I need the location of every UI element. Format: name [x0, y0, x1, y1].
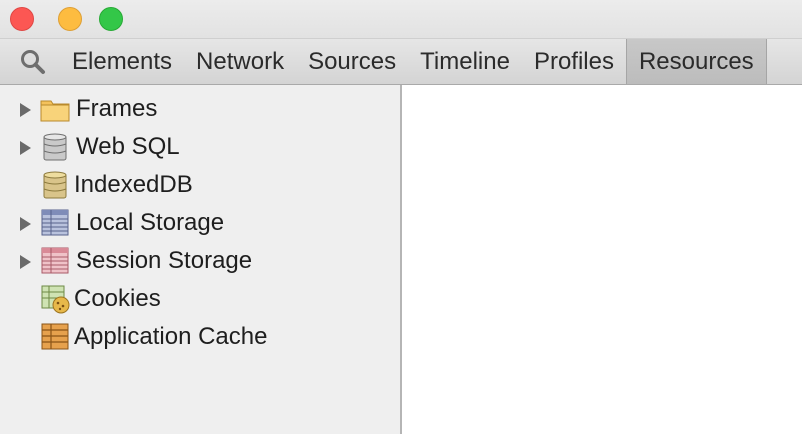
sidebar-item-label: Web SQL [76, 133, 180, 160]
sidebar-item-label: Local Storage [76, 209, 225, 236]
tab-elements[interactable]: Elements [60, 39, 184, 84]
expand-arrow-icon[interactable] [20, 255, 31, 269]
sidebar-item-session-storage[interactable]: Session Storage [0, 243, 400, 279]
sidebar-item-label: Application Cache [74, 323, 268, 350]
resource-content-pane [402, 85, 802, 434]
sidebar-item-web-sql[interactable]: Web SQL [0, 129, 400, 165]
tab-timeline[interactable]: Timeline [408, 39, 522, 84]
search-icon[interactable] [10, 39, 56, 84]
close-window-button[interactable] [10, 7, 34, 31]
sidebar-item-application-cache[interactable]: Application Cache [0, 319, 400, 355]
minimize-window-button[interactable] [58, 7, 82, 31]
expand-arrow-icon[interactable] [20, 103, 31, 117]
sidebar-item-local-storage[interactable]: Local Storage [0, 205, 400, 241]
cookie-icon [40, 285, 70, 314]
tab-sources[interactable]: Sources [296, 39, 408, 84]
sidebar-item-label: Session Storage [76, 247, 253, 274]
tab-profiles[interactable]: Profiles [522, 39, 626, 84]
database-icon [40, 133, 70, 161]
sidebar-item-label: Frames [76, 95, 158, 122]
resources-sidebar: Frames Web SQL IndexedDB Local Storage S… [0, 85, 402, 434]
table-blue-icon [40, 209, 70, 237]
sidebar-item-label: Cookies [74, 285, 161, 312]
tab-network[interactable]: Network [184, 39, 296, 84]
folder-icon [40, 95, 70, 123]
database-gold-icon [40, 171, 70, 199]
window-titlebar [0, 0, 802, 38]
sidebar-item-cookies[interactable]: Cookies [0, 281, 400, 317]
maximize-window-button[interactable] [99, 7, 123, 31]
sidebar-item-label: IndexedDB [74, 171, 193, 198]
sidebar-item-frames[interactable]: Frames [0, 91, 400, 127]
table-orange-icon [40, 323, 70, 351]
expand-arrow-icon[interactable] [20, 141, 31, 155]
devtools-toolbar: Elements Network Sources Timeline Profil… [0, 38, 802, 85]
sidebar-item-indexeddb[interactable]: IndexedDB [0, 167, 400, 203]
table-red-icon [40, 247, 70, 275]
panel-tabs: Elements Network Sources Timeline Profil… [60, 39, 767, 84]
tab-resources[interactable]: Resources [625, 39, 767, 84]
expand-arrow-icon[interactable] [20, 217, 31, 231]
